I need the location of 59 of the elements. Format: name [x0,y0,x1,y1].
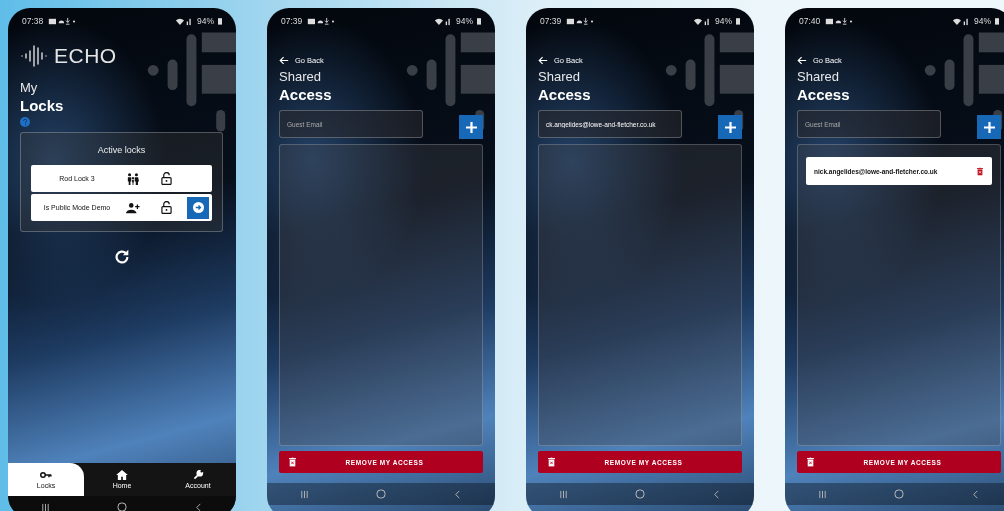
arrow-circle-button[interactable] [187,196,209,219]
trash-icon [807,457,814,467]
add-guest-button[interactable] [977,115,1001,139]
battery-percentage: 94% [715,16,732,26]
add-person-icon [126,201,140,214]
add-guest-button[interactable] [459,115,483,139]
back-chevron-icon[interactable] [193,502,203,511]
signal-icons-drawing [693,16,711,26]
add-guest-button[interactable] [718,115,742,139]
logo-wordmark: ECHO [54,45,117,67]
family-icon [126,172,140,185]
heading-small: My [20,80,39,95]
heading-large: Access [538,86,592,103]
delete-icon[interactable] [977,166,983,176]
signal-icons-drawing [434,16,452,26]
status-time: 07:39 [281,16,303,26]
status-time: 07:38 [22,16,44,26]
recent-apps-icon[interactable] [559,489,569,499]
help-icon[interactable] [20,117,30,127]
sound-wave-logo-icon [20,44,50,68]
battery-icon [995,17,999,25]
trash-icon [548,457,555,467]
back-arrow-icon [279,56,289,65]
recent-apps-icon[interactable] [300,489,310,499]
open-padlock-icon [161,201,172,214]
back-chevron-icon[interactable] [970,489,980,499]
heading-small: Shared [538,69,581,84]
panel-title: Active locks [97,145,146,155]
open-padlock-icon [161,172,172,185]
signal-icons-drawing [175,16,193,26]
battery-percentage: 94% [974,16,991,26]
back-chevron-icon[interactable] [452,489,462,499]
back-arrow-icon [797,56,807,65]
heading-large: Locks [20,97,65,114]
recent-apps-icon[interactable] [41,502,51,511]
recent-apps-icon[interactable] [818,489,828,499]
battery-icon [477,17,481,25]
heading-large: Access [279,86,333,103]
battery-percentage: 94% [197,16,214,26]
battery-icon [736,17,740,25]
plus-icon [983,121,995,133]
heading-large: Access [797,86,851,103]
status-time: 07:40 [799,16,821,26]
trash-icon [289,457,296,467]
status-time: 07:39 [540,16,562,26]
signal-icons-drawing [952,16,970,26]
heading-small: Shared [279,69,322,84]
plus-icon [724,121,736,133]
back-arrow-icon [538,56,548,65]
back-chevron-icon[interactable] [711,489,721,499]
house-icon [116,470,128,480]
refresh-icon[interactable] [113,248,131,266]
battery-icon [218,17,222,25]
battery-percentage: 94% [456,16,473,26]
wrench-icon [192,470,204,480]
arrow-circle-icon [192,202,204,213]
heading-small: Shared [797,69,840,84]
key-icon [40,470,52,480]
plus-icon [465,121,477,133]
